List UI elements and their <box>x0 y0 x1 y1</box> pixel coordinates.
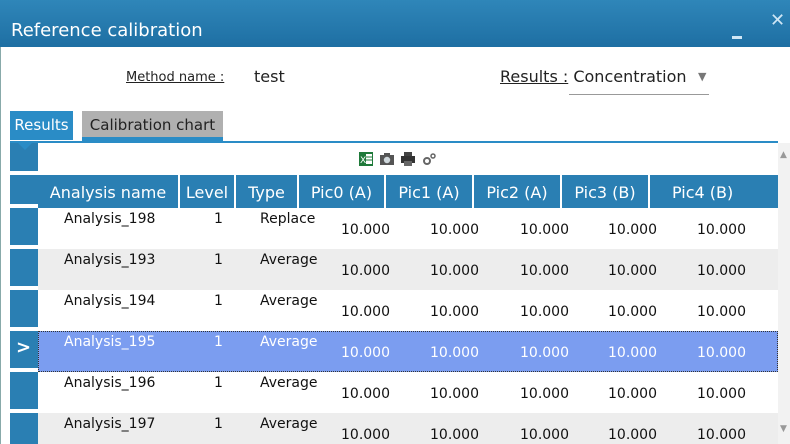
column-header[interactable]: Pic2 (A) <box>474 175 562 208</box>
row-header[interactable] <box>10 249 38 290</box>
tab-results[interactable]: Results <box>10 111 73 140</box>
cell-value: 10.000 <box>341 222 390 238</box>
title-bar: Reference calibration ✕ <box>0 0 790 47</box>
results-grid: X Analysis name Level Type Pic0 (A) Pic1… <box>10 143 778 444</box>
cell-type: Average <box>260 293 318 309</box>
vertical-scrollbar[interactable] <box>778 143 790 444</box>
chevron-down-icon[interactable]: ▼ <box>698 70 706 83</box>
scroll-up-icon[interactable]: ▲ <box>780 150 787 160</box>
close-button[interactable]: ✕ <box>770 12 785 30</box>
cell-type: Average <box>260 252 318 268</box>
row-header[interactable] <box>10 413 38 444</box>
row-header[interactable] <box>10 290 38 331</box>
cell-value: 10.000 <box>430 222 479 238</box>
cell-value: 10.000 <box>430 386 479 402</box>
cell-value: 10.000 <box>608 427 657 443</box>
method-name-label: Method name : <box>126 70 225 85</box>
table-row[interactable]: Analysis_194 1 Average 10.000 10.000 10.… <box>38 290 778 331</box>
column-header[interactable]: Pic4 (B) <box>650 175 778 208</box>
row-header[interactable] <box>10 372 38 413</box>
settings-icon[interactable] <box>421 151 437 167</box>
column-header[interactable]: Type <box>236 175 299 208</box>
cell-value: 10.000 <box>430 304 479 320</box>
excel-export-icon[interactable]: X <box>358 151 374 167</box>
camera-icon[interactable] <box>379 151 395 167</box>
results-value: Concentration <box>573 67 687 86</box>
cell-level: 1 <box>214 211 223 227</box>
cell-analysis-name: Analysis_197 <box>64 416 156 432</box>
table-row[interactable]: Analysis_197 1 Average 10.000 10.000 10.… <box>38 413 778 444</box>
cell-analysis-name: Analysis_198 <box>64 211 156 227</box>
print-icon[interactable] <box>400 151 416 167</box>
cell-level: 1 <box>214 334 223 350</box>
cell-value: 10.000 <box>520 386 569 402</box>
cell-value: 10.000 <box>430 427 479 443</box>
results-underline <box>569 94 709 95</box>
cell-value: 10.000 <box>341 304 390 320</box>
column-header[interactable]: Level <box>180 175 236 208</box>
scroll-down-icon[interactable]: ▼ <box>780 424 787 434</box>
column-header[interactable]: Pic1 (A) <box>386 175 474 208</box>
column-header[interactable]: Pic3 (B) <box>562 175 650 208</box>
cell-value: 10.000 <box>341 386 390 402</box>
cell-analysis-name: Analysis_196 <box>64 375 156 391</box>
results-label: Results : <box>500 67 569 86</box>
tab-calibration-chart[interactable]: Calibration chart <box>82 111 223 140</box>
cell-value: 10.000 <box>697 263 746 279</box>
cell-value: 10.000 <box>697 427 746 443</box>
cell-value: 10.000 <box>520 304 569 320</box>
row-header-selected[interactable]: > <box>10 331 38 372</box>
cell-value: 10.000 <box>608 263 657 279</box>
cell-value: 10.000 <box>341 427 390 443</box>
cell-value: 10.000 <box>520 222 569 238</box>
grid-toolbar: X <box>10 143 778 175</box>
cell-level: 1 <box>214 252 223 268</box>
active-tab-pointer-icon <box>18 143 32 150</box>
cell-value: 10.000 <box>430 345 479 361</box>
row-header[interactable] <box>10 208 38 249</box>
cell-value: 10.000 <box>608 386 657 402</box>
cell-value: 10.000 <box>608 345 657 361</box>
cell-type: Average <box>260 375 318 391</box>
cell-value: 10.000 <box>341 345 390 361</box>
cell-value: 10.000 <box>430 263 479 279</box>
row-header-top <box>10 175 38 208</box>
table-row[interactable]: Analysis_193 1 Average 10.000 10.000 10.… <box>38 249 778 290</box>
cell-level: 1 <box>214 416 223 432</box>
cell-value: 10.000 <box>697 304 746 320</box>
cell-type: Average <box>260 416 318 432</box>
column-header[interactable]: Pic0 (A) <box>299 175 386 208</box>
method-name-value: test <box>254 67 285 86</box>
cell-value: 10.000 <box>697 222 746 238</box>
table-row[interactable]: Analysis_198 1 Replace 10.000 10.000 10.… <box>38 208 778 249</box>
window-title: Reference calibration <box>11 20 203 41</box>
row-selected-chevron-icon: > <box>16 337 32 358</box>
cell-value: 10.000 <box>697 345 746 361</box>
cell-analysis-name: Analysis_194 <box>64 293 156 309</box>
cell-value: 10.000 <box>697 386 746 402</box>
cell-value: 10.000 <box>341 263 390 279</box>
cell-analysis-name: Analysis_195 <box>64 334 156 350</box>
cell-value: 10.000 <box>608 304 657 320</box>
cell-type: Replace <box>260 211 316 227</box>
cell-type: Average <box>260 334 318 350</box>
toolbar-icons: X <box>358 149 437 169</box>
cell-value: 10.000 <box>520 263 569 279</box>
table-row[interactable]: Analysis_196 1 Average 10.000 10.000 10.… <box>38 372 778 413</box>
cell-value: 10.000 <box>608 222 657 238</box>
cell-level: 1 <box>214 293 223 309</box>
table-row-selected[interactable]: Analysis_195 1 Average 10.000 10.000 10.… <box>38 331 778 372</box>
cell-level: 1 <box>214 375 223 391</box>
minimize-button[interactable] <box>732 36 742 39</box>
column-header[interactable]: Analysis name <box>38 175 180 208</box>
cell-value: 10.000 <box>520 345 569 361</box>
results-selector[interactable]: Results : Concentration <box>500 67 687 86</box>
cell-value: 10.000 <box>520 427 569 443</box>
svg-text:X: X <box>360 156 366 166</box>
cell-analysis-name: Analysis_193 <box>64 252 156 268</box>
